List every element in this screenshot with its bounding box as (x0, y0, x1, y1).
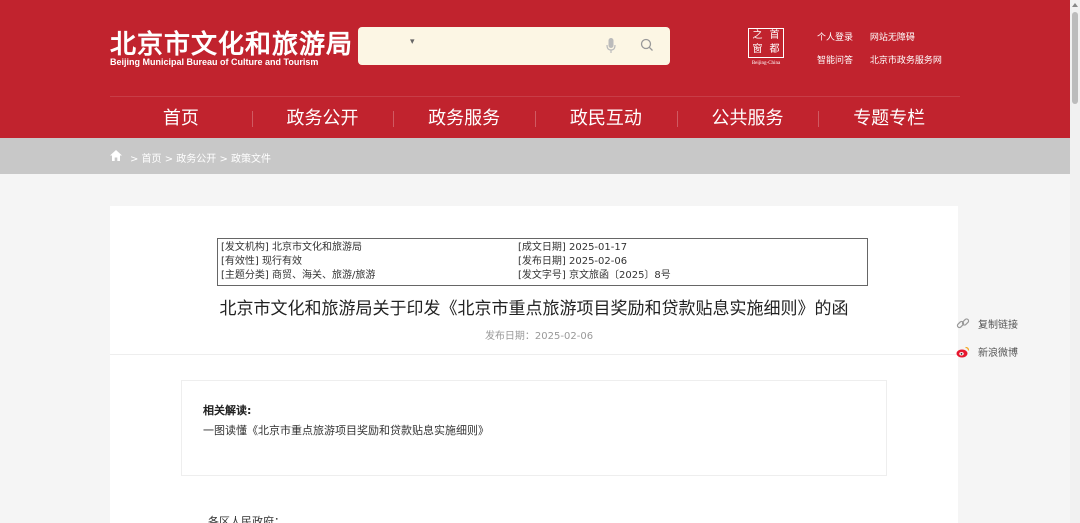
capital-window-seal-logo[interactable]: 之 首 窗 都 Beijing-China (746, 28, 786, 68)
top-links-row-2: 智能问答 北京市政务服务网 (817, 53, 956, 66)
copy-link-button[interactable]: 复制链接 (956, 316, 1018, 331)
nav-item-public-services[interactable]: 公共服务 (676, 97, 819, 138)
meta-published-date: [发布日期] 2025-02-06 (518, 256, 628, 267)
top-links-row-1: 个人登录 网站无障碍 (817, 30, 929, 43)
article-title: 北京市文化和旅游局关于印发《北京市重点旅游项目奖励和贷款贴息实施细则》的函 (219, 299, 849, 319)
related-label: 相关解读: (203, 404, 252, 417)
accessibility-link[interactable]: 网站无障碍 (870, 33, 915, 43)
scrollbar-thumb[interactable] (1072, 12, 1078, 104)
nav-item-interaction[interactable]: 政民互动 (535, 97, 677, 138)
nav-item-topics[interactable]: 专题专栏 (818, 97, 960, 138)
page-scrollbar[interactable] (1070, 0, 1080, 523)
article-publish-date: 发布日期：2025-02-06 (484, 331, 594, 342)
nav-item-home[interactable]: 首页 (110, 97, 252, 138)
scroll-up-arrow-icon[interactable] (1072, 3, 1078, 7)
breadcrumb-bar: > 首页 > 政务公开 > 政策文件 (0, 138, 1070, 174)
document-metadata-table: [发文机构] 北京市文化和旅游局 [有效性] 现行有效 [主题分类] 商贸、海关… (217, 238, 868, 286)
letter-addressee: 各区人民政府： (208, 515, 285, 523)
search-icon[interactable] (640, 38, 654, 52)
search-box: ▾ (358, 27, 670, 65)
meta-category: [主题分类] 商贸、海关、旅游/旅游 (221, 270, 376, 281)
main-nav: 首页 政务公开 政务服务 政民互动 公共服务 专题专栏 (110, 96, 960, 138)
nav-item-gov-affairs[interactable]: 政务公开 (251, 97, 394, 138)
weibo-icon (956, 346, 970, 357)
login-link[interactable]: 个人登录 (817, 33, 853, 43)
search-scope-dropdown[interactable]: ▾ (410, 37, 415, 47)
seal-characters: 之 首 窗 都 (748, 28, 784, 58)
related-interpretation-box: 相关解读: 一图读懂《北京市重点旅游项目奖励和贷款贴息实施细则》 (181, 380, 887, 476)
meta-created-date: [成文日期] 2025-01-17 (518, 242, 628, 253)
weibo-share-button[interactable]: 新浪微博 (956, 344, 1018, 359)
meta-agency: [发文机构] 北京市文化和旅游局 (221, 242, 362, 253)
article-card: [发文机构] 北京市文化和旅游局 [有效性] 现行有效 [主题分类] 商贸、海关… (110, 206, 958, 523)
link-icon (956, 317, 970, 328)
search-input[interactable] (428, 33, 588, 59)
copy-link-label: 复制链接 (978, 320, 1018, 331)
site-logo-title[interactable]: 北京市文化和旅游局 (110, 24, 353, 61)
seal-caption: Beijing-China (751, 61, 781, 66)
related-interpretation-link[interactable]: 一图读懂《北京市重点旅游项目奖励和贷款贴息实施细则》 (203, 422, 489, 438)
breadcrumb[interactable]: > 首页 > 政务公开 > 政策文件 (130, 150, 271, 165)
meta-validity: [有效性] 现行有效 (221, 256, 302, 267)
smart-qa-link[interactable]: 智能问答 (817, 56, 853, 66)
nav-item-gov-services[interactable]: 政务服务 (393, 97, 535, 138)
title-divider (110, 354, 958, 355)
site-logo-subtitle: Beijing Municipal Bureau of Culture and … (110, 57, 319, 67)
microphone-icon[interactable] (606, 38, 616, 54)
weibo-label: 新浪微博 (978, 348, 1018, 359)
meta-document-number: [发文字号] 京文旅函〔2025〕8号 (518, 270, 671, 281)
gov-service-link[interactable]: 北京市政务服务网 (870, 56, 942, 66)
home-icon[interactable] (110, 150, 122, 161)
site-header: 北京市文化和旅游局 Beijing Municipal Bureau of Cu… (0, 0, 1070, 138)
